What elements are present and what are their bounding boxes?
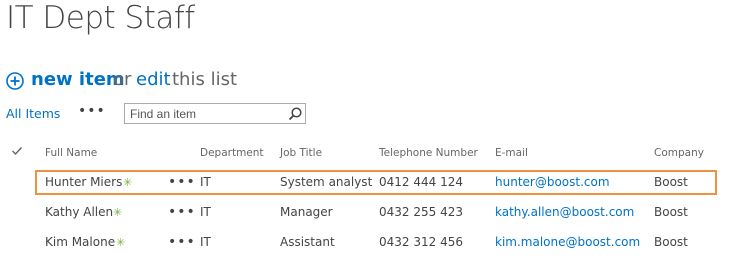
row-department: IT [200,175,211,189]
page-title: IT Dept Staff [6,0,195,36]
column-header-full-name[interactable]: Full Name [45,147,97,159]
row-full-name[interactable]: Kim Malone [45,235,115,249]
table-row[interactable]: Kathy Allen ✳ ••• IT Manager 0432 255 42… [0,204,734,223]
row-full-name[interactable]: Kathy Allen [45,205,113,219]
row-job-title: Manager [280,205,333,219]
row-company: Boost [654,205,688,219]
or-text: or [113,69,132,90]
new-item-icon: ✳ [116,236,126,249]
row-email-link[interactable]: kathy.allen@boost.com [495,205,634,219]
row-company: Boost [654,235,688,249]
edit-list-link[interactable]: edit [136,69,171,90]
column-header-telephone[interactable]: Telephone Number [379,147,478,159]
plus-circle-icon[interactable] [6,72,24,90]
row-job-title: Assistant [280,235,335,249]
row-telephone: 0432 312 456 [379,235,463,249]
search-box [124,103,306,124]
search-input[interactable] [125,104,290,123]
table-row[interactable]: Hunter Miers ✳ ••• IT System analyst 041… [0,174,734,193]
new-item-link[interactable]: new item [31,69,125,90]
new-item-icon: ✳ [113,206,123,219]
row-job-title: System analyst [280,175,373,189]
this-list-text: this list [172,69,238,90]
new-item-icon: ✳ [123,176,133,189]
column-header-department[interactable]: Department [200,147,264,159]
row-menu-button[interactable]: ••• [168,234,196,250]
select-all-check-icon[interactable] [10,144,24,158]
row-department: IT [200,235,211,249]
search-icon[interactable] [287,106,303,122]
row-telephone: 0432 255 423 [379,205,463,219]
view-all-items[interactable]: All Items [6,106,60,121]
column-header-email[interactable]: E-mail [495,147,528,159]
column-header-job-title[interactable]: Job Title [280,147,322,159]
row-email-link[interactable]: kim.malone@boost.com [495,235,640,249]
table-row[interactable]: Kim Malone ✳ ••• IT Assistant 0432 312 4… [0,234,734,253]
row-menu-button[interactable]: ••• [168,174,196,190]
more-views-button[interactable]: ••• [78,103,106,119]
column-header-company[interactable]: Company [654,147,704,159]
row-menu-button[interactable]: ••• [168,204,196,220]
row-department: IT [200,205,211,219]
row-email-link[interactable]: hunter@boost.com [495,175,610,189]
row-telephone: 0412 444 124 [379,175,463,189]
row-company: Boost [654,175,688,189]
row-full-name[interactable]: Hunter Miers [45,175,122,189]
